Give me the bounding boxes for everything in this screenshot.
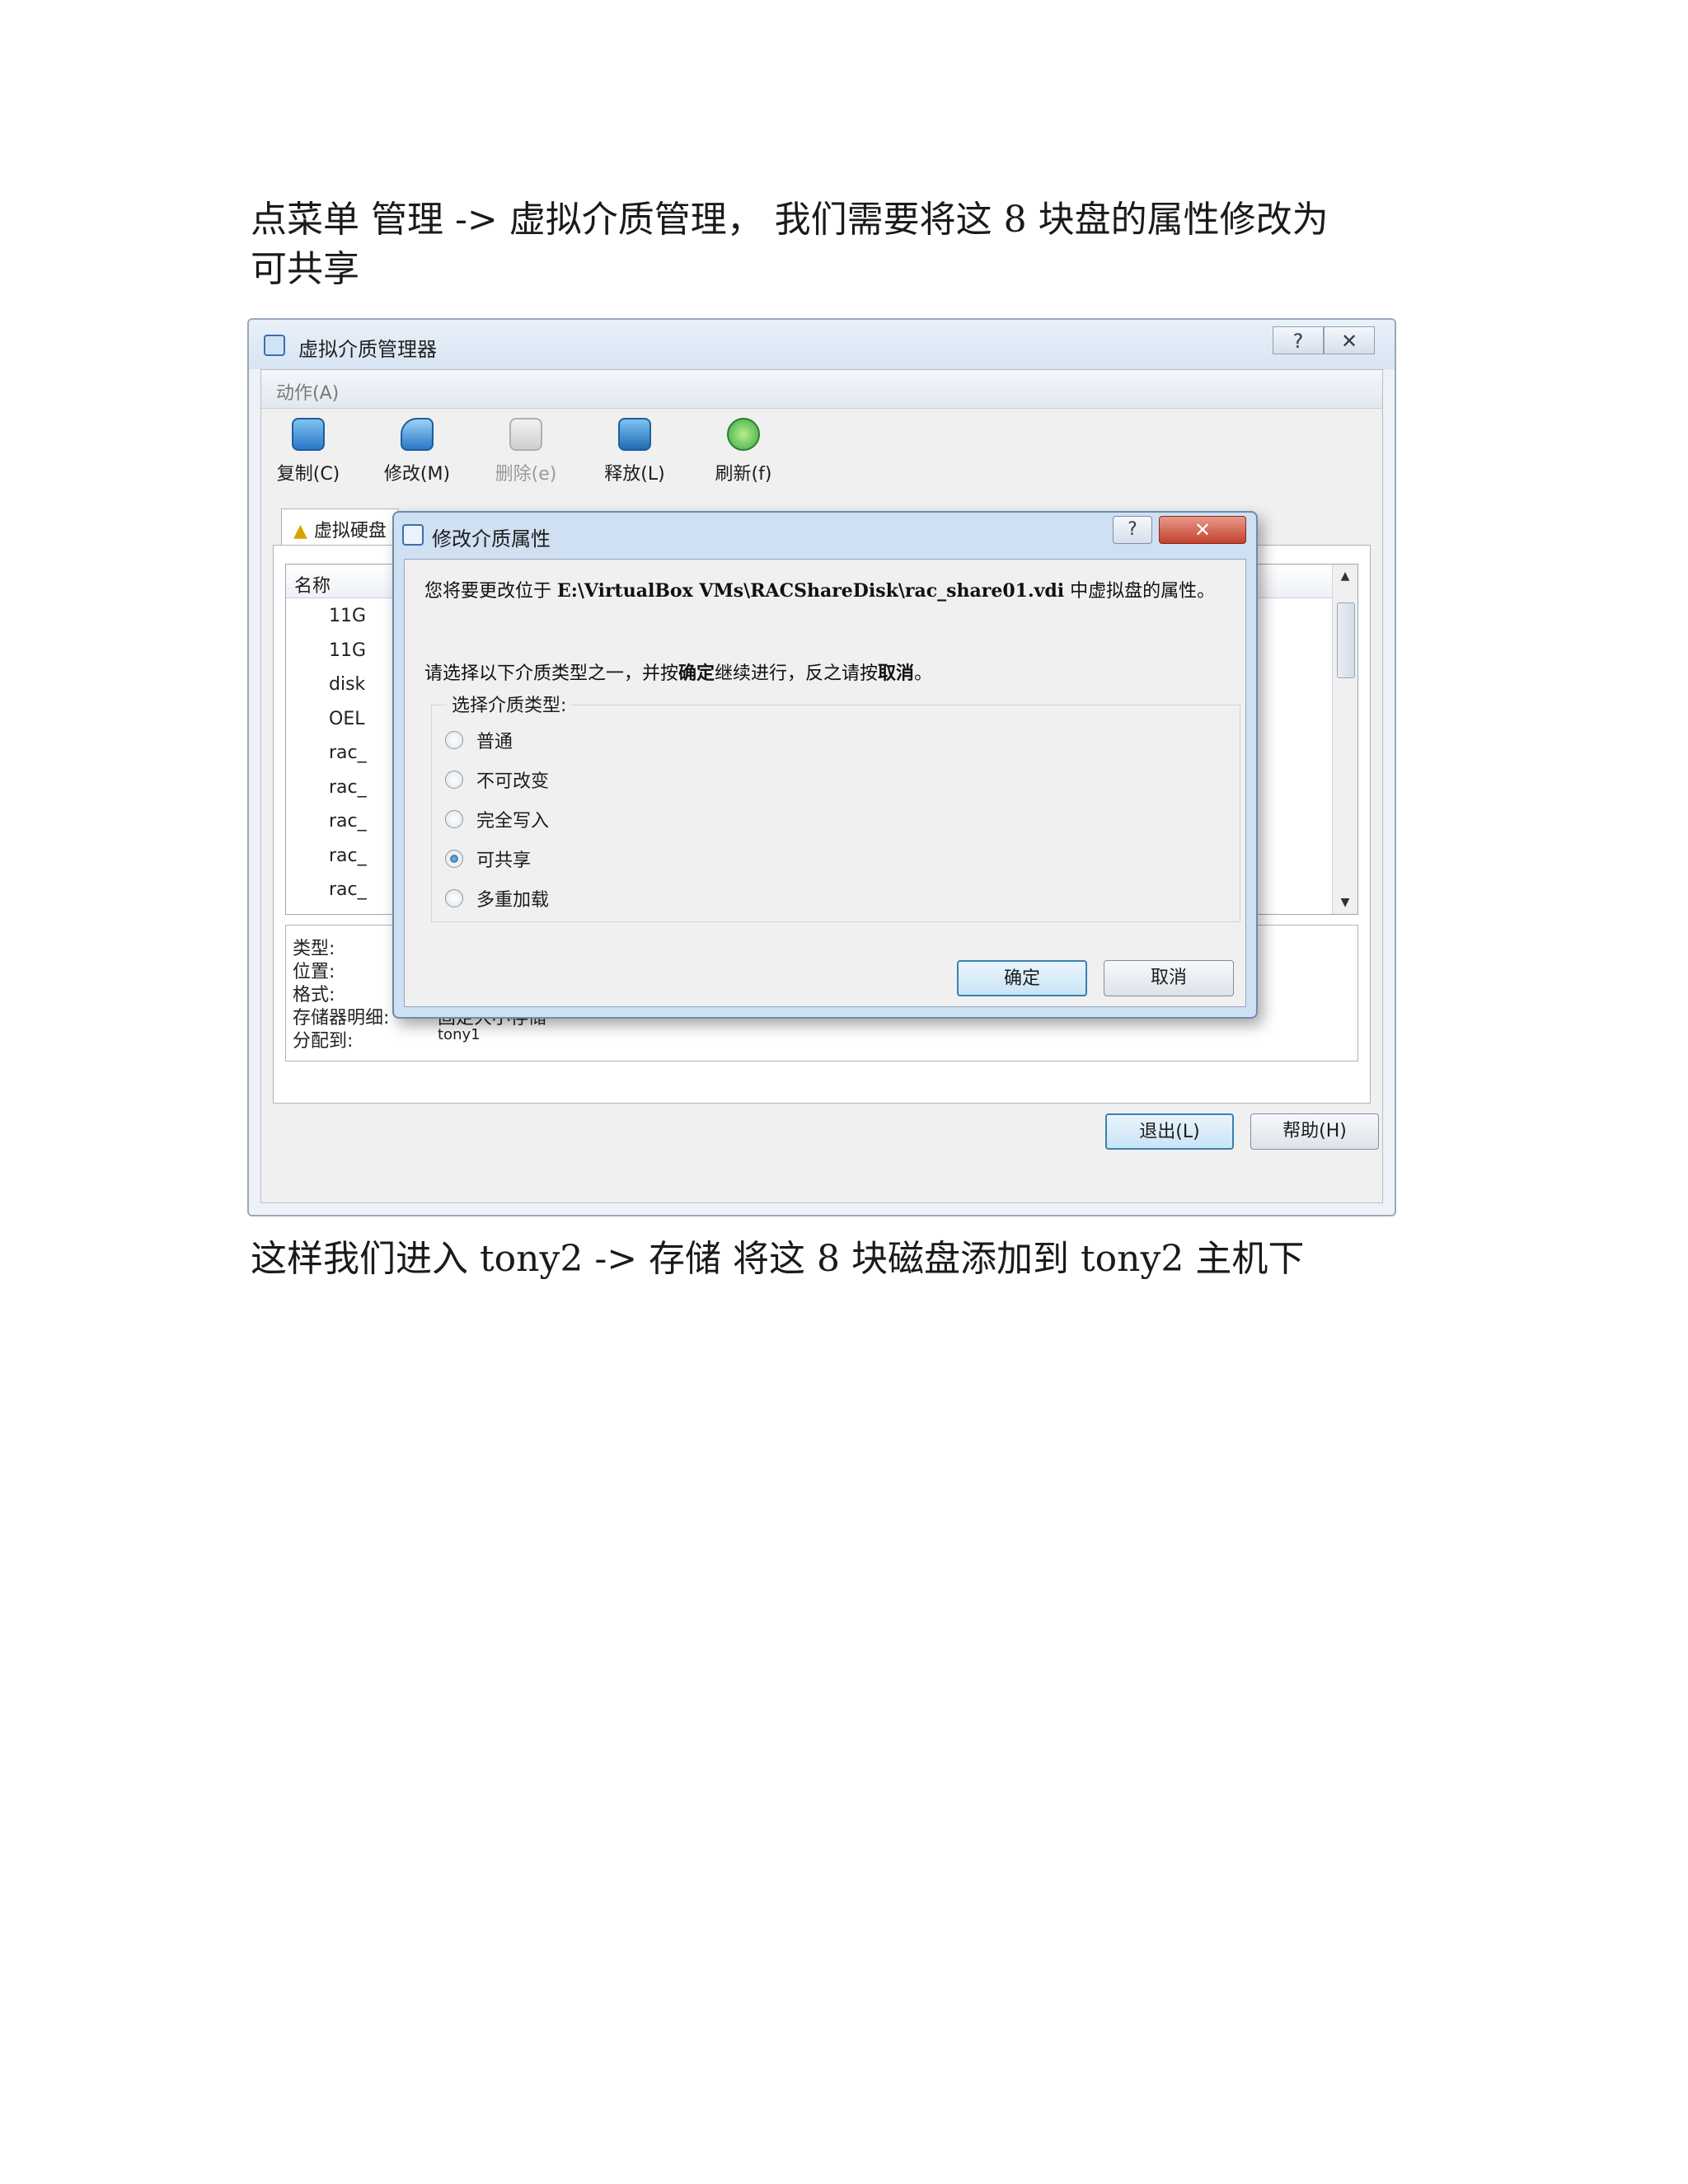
toolbar-label: 修改(M)	[383, 464, 451, 485]
release-button[interactable]: 释放(L)	[589, 418, 680, 485]
dialog-app-icon	[402, 524, 424, 546]
window-close-button[interactable]: ✕	[1324, 326, 1375, 354]
column-name[interactable]: 名称	[294, 571, 331, 598]
disk-path: E:\VirtualBox VMs\RACShareDisk\rac_share…	[557, 580, 1065, 602]
intro-line-1: 点菜单 管理 -> 虚拟介质管理， 我们需要将这 8 块盘的属性修改为	[251, 199, 1329, 241]
radio-writethrough[interactable]: 完全写入	[445, 806, 549, 832]
radio-button-checked[interactable]	[445, 850, 463, 868]
refresh-icon	[727, 418, 760, 451]
list-scrollbar[interactable]: ▲ ▼	[1332, 565, 1357, 914]
copy-button[interactable]: 复制(C)	[263, 418, 354, 485]
exit-button[interactable]: 退出(L)	[1105, 1113, 1234, 1150]
modify-medium-dialog: 修改介质属性 ? ✕ 您将要更改位于 E:\VirtualBox VMs\RAC…	[392, 511, 1258, 1019]
menu-action[interactable]: 动作(A)	[276, 378, 339, 405]
menubar: 动作(A)	[261, 370, 1382, 409]
tab-virtual-disks[interactable]: ▲ 虚拟硬盘	[281, 509, 399, 549]
intro-paragraph: 点菜单 管理 -> 虚拟介质管理， 我们需要将这 8 块盘的属性修改为 可共享	[251, 195, 1329, 294]
scroll-down-icon[interactable]: ▼	[1333, 896, 1357, 909]
toolbar-label: 刷新(f)	[715, 464, 772, 485]
dialog-title: 修改介质属性	[432, 527, 551, 551]
delete-icon	[509, 418, 542, 451]
radio-shareable[interactable]: 可共享	[445, 846, 531, 872]
app-icon	[264, 335, 285, 356]
dialog-titlebar: 修改介质属性 ? ✕	[394, 513, 1256, 557]
modify-button[interactable]: 修改(M)	[372, 418, 462, 485]
dialog-help-button[interactable]: ?	[1113, 516, 1152, 544]
radio-button[interactable]	[445, 771, 463, 789]
radio-immutable[interactable]: 不可改变	[445, 766, 549, 793]
scroll-up-icon[interactable]: ▲	[1333, 569, 1357, 583]
radio-normal[interactable]: 普通	[445, 727, 513, 753]
modify-icon	[401, 418, 434, 451]
medium-type-group: 选择介质类型: 普通 不可改变 完全写入 可共享 多重加载	[431, 691, 1240, 922]
window-titlebar: 虚拟介质管理器 ? ✕	[249, 320, 1395, 369]
radio-multiattach[interactable]: 多重加载	[445, 885, 549, 912]
dialog-instruction: 请选择以下介质类型之一，并按确定继续进行，反之请按取消。	[424, 663, 933, 684]
screenshot-media-manager: 虚拟介质管理器 ? ✕ 动作(A) 复制(C) 修改(M) 删除(e) 释放(L…	[247, 318, 1396, 1216]
dialog-close-button[interactable]: ✕	[1159, 516, 1246, 544]
toolbar: 复制(C) 修改(M) 删除(e) 释放(L) 刷新(f)	[261, 411, 1382, 494]
outro-paragraph: 这样我们进入 tony2 -> 存储 将这 8 块磁盘添加到 tony2 主机下	[251, 1238, 1305, 1280]
delete-button[interactable]: 删除(e)	[481, 418, 571, 485]
radio-button[interactable]	[445, 889, 463, 907]
radio-button[interactable]	[445, 731, 463, 749]
radio-button[interactable]	[445, 810, 463, 828]
detail-attached-value: tony1	[438, 1026, 481, 1043]
dialog-message: 您将要更改位于 E:\VirtualBox VMs\RACShareDisk\r…	[424, 580, 1216, 602]
group-label: 选择介质类型:	[447, 691, 572, 717]
dialog-body: 您将要更改位于 E:\VirtualBox VMs\RACShareDisk\r…	[404, 559, 1246, 1007]
scroll-thumb[interactable]	[1337, 602, 1355, 678]
refresh-button[interactable]: 刷新(f)	[698, 418, 789, 485]
release-icon	[618, 418, 651, 451]
detail-attached: 分配到: tony1	[293, 1026, 481, 1052]
help-button[interactable]: 帮助(H)	[1250, 1113, 1379, 1150]
copy-icon	[292, 418, 325, 451]
intro-line-2: 可共享	[251, 248, 359, 290]
toolbar-label: 复制(C)	[276, 464, 340, 485]
window-title: 虚拟介质管理器	[298, 338, 437, 361]
ok-button[interactable]: 确定	[957, 960, 1087, 996]
cancel-button[interactable]: 取消	[1104, 960, 1234, 996]
window-help-button[interactable]: ?	[1273, 326, 1324, 354]
warning-icon: ▲	[293, 521, 307, 541]
tab-label: 虚拟硬盘	[313, 521, 387, 541]
toolbar-label: 释放(L)	[604, 464, 665, 485]
toolbar-label: 删除(e)	[495, 464, 557, 485]
